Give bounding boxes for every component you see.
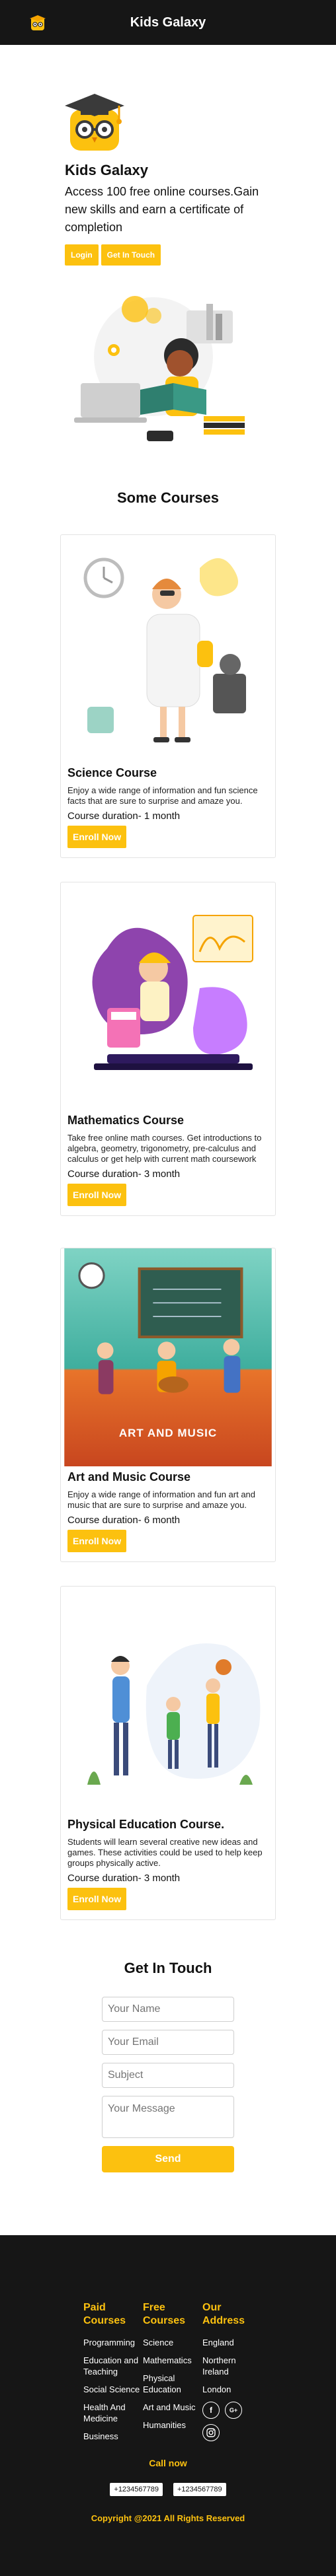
course-card-science: Science Course Enjoy a wide range of inf… bbox=[60, 534, 276, 858]
physical-education-illustration bbox=[67, 1593, 269, 1805]
nav-title[interactable]: Kids Galaxy bbox=[130, 15, 206, 30]
phone-numbers: +1234567789 +1234567789 bbox=[0, 2483, 336, 2496]
address-item: England bbox=[202, 2338, 234, 2347]
courses-section: Some Courses Science Course Enjoy a wide… bbox=[0, 489, 336, 1920]
email-field[interactable] bbox=[102, 2030, 234, 2055]
paid-course-link[interactable]: Social Science bbox=[83, 2384, 143, 2395]
enroll-now-button[interactable]: Enroll Now bbox=[67, 1530, 127, 1552]
course-description: Enjoy a wide range of information and fu… bbox=[67, 785, 258, 806]
free-course-link[interactable]: Mathematics bbox=[143, 2355, 202, 2366]
send-button[interactable]: Send bbox=[102, 2146, 234, 2172]
social-links: f G+ bbox=[202, 2402, 249, 2441]
address-item: London bbox=[202, 2384, 231, 2394]
free-course-link[interactable]: Physical Education bbox=[143, 2373, 202, 2395]
instagram-icon[interactable] bbox=[202, 2424, 220, 2441]
footer-paid-courses: Paid Courses Programming Education and T… bbox=[83, 2301, 143, 2449]
subject-field[interactable] bbox=[102, 2063, 234, 2088]
phone-number[interactable]: +1234567789 bbox=[110, 2483, 163, 2496]
copyright-text: Copyright @2021 All Rights Reserved bbox=[91, 2513, 245, 2523]
footer-columns: Paid Courses Programming Education and T… bbox=[0, 2235, 336, 2449]
contact-section-title: Get In Touch bbox=[124, 1960, 212, 1976]
courses-section-title: Some Courses bbox=[116, 489, 220, 506]
course-title: Physical Education Course. bbox=[67, 1818, 225, 1831]
mathematics-illustration bbox=[67, 889, 269, 1100]
paid-course-link[interactable]: Programming bbox=[83, 2337, 143, 2348]
facebook-icon[interactable]: f bbox=[202, 2402, 220, 2419]
contact-section: Get In Touch Send bbox=[0, 1960, 336, 2172]
course-card-physical-education: Physical Education Course. Students will… bbox=[60, 1586, 276, 1920]
google-plus-icon[interactable]: G+ bbox=[225, 2402, 242, 2419]
paid-course-link[interactable]: Health And Medicine bbox=[83, 2402, 143, 2424]
course-card-art-music: ART AND MUSIC Art and Music Course Enjoy… bbox=[60, 1248, 276, 1562]
call-now-label: Call now bbox=[149, 2458, 187, 2468]
hero-subtitle: Access 100 free online courses.Gain new … bbox=[65, 185, 259, 234]
course-description: Take free online math courses. Get intro… bbox=[67, 1133, 262, 1164]
art-music-banner-text: ART AND MUSIC bbox=[118, 1427, 218, 1439]
course-duration: Course duration- 6 month bbox=[67, 1515, 181, 1526]
hero-illustration bbox=[74, 296, 245, 441]
enroll-now-button[interactable]: Enroll Now bbox=[67, 1184, 127, 1206]
course-description: Enjoy a wide range of information and fu… bbox=[67, 1489, 256, 1510]
address-item: Northern Ireland bbox=[202, 2355, 236, 2377]
our-address-heading: Our Address bbox=[202, 2302, 245, 2326]
footer: Paid Courses Programming Education and T… bbox=[0, 2235, 336, 2576]
hero-section: Kids Galaxy Access 100 free online cours… bbox=[0, 45, 336, 459]
free-courses-heading: Free Courses bbox=[143, 2302, 186, 2326]
course-duration: Course duration- 3 month bbox=[67, 1168, 181, 1180]
footer-free-courses: Free Courses Science Mathematics Physica… bbox=[143, 2301, 202, 2449]
course-duration: Course duration- 1 month bbox=[67, 810, 181, 822]
kids-galaxy-logo-icon[interactable] bbox=[28, 13, 48, 33]
name-field[interactable] bbox=[102, 1997, 234, 2022]
paid-course-link[interactable]: Business bbox=[83, 2431, 143, 2442]
message-field[interactable] bbox=[102, 2096, 234, 2138]
contact-form: Send bbox=[102, 1997, 234, 2172]
navbar: Kids Galaxy bbox=[0, 0, 336, 45]
footer-our-address: Our Address England Northern Ireland Lon… bbox=[202, 2301, 262, 2449]
science-illustration bbox=[67, 542, 269, 753]
course-card-mathematics: Mathematics Course Take free online math… bbox=[60, 882, 276, 1216]
course-title: Mathematics Course bbox=[67, 1114, 185, 1127]
owl-graduate-icon bbox=[65, 94, 124, 151]
phone-number[interactable]: +1234567789 bbox=[173, 2483, 226, 2496]
hero-buttons: Login Get In Touch bbox=[65, 244, 336, 266]
free-course-link[interactable]: Humanities bbox=[143, 2419, 202, 2431]
hero-title: Kids Galaxy bbox=[65, 162, 148, 178]
course-duration: Course duration- 3 month bbox=[67, 1873, 181, 1884]
login-button[interactable]: Login bbox=[65, 244, 99, 266]
paid-course-link[interactable]: Education and Teaching bbox=[83, 2355, 143, 2377]
enroll-now-button[interactable]: Enroll Now bbox=[67, 826, 127, 848]
get-in-touch-button[interactable]: Get In Touch bbox=[101, 244, 161, 266]
free-course-link[interactable]: Art and Music bbox=[143, 2402, 202, 2413]
course-title: Science Course bbox=[67, 766, 157, 779]
free-course-link[interactable]: Science bbox=[143, 2337, 202, 2348]
paid-courses-heading: Paid Courses bbox=[83, 2302, 126, 2326]
course-title: Art and Music Course bbox=[67, 1470, 191, 1484]
course-description: Students will learn several creative new… bbox=[67, 1837, 263, 1868]
enroll-now-button[interactable]: Enroll Now bbox=[67, 1888, 127, 1910]
